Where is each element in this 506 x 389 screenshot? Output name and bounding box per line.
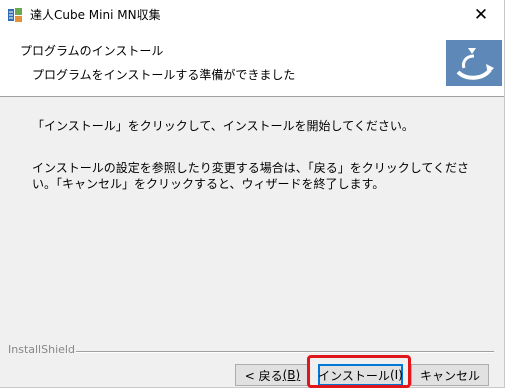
instruction-text: 「インストール」をクリックして、インストールを開始してください。: [32, 119, 414, 133]
info-text: インストールの設定を参照したり変更する場合は、「戻る」をクリックしてください。「…: [32, 161, 470, 191]
footer-divider: [76, 351, 494, 353]
install-button-label: インストール: [318, 368, 390, 383]
installer-logo-icon: [446, 40, 502, 86]
back-button-accel: (B): [282, 368, 301, 382]
install-button-accel: (I): [389, 368, 403, 382]
close-icon: ✕: [473, 5, 489, 25]
back-button[interactable]: < 戻る (B): [235, 364, 310, 386]
cancel-button-label: キャンセル: [419, 368, 480, 383]
cancel-button[interactable]: キャンセル: [411, 364, 489, 386]
back-button-label: < 戻る: [244, 368, 283, 383]
wizard-header: プログラムのインストール プログラムをインストールする準備ができました: [0, 30, 504, 97]
title-bar[interactable]: 達人Cube Mini MN収集 ✕: [0, 0, 504, 30]
wizard-body: 「インストール」をクリックして、インストールを開始してください。 インストールの…: [0, 97, 504, 340]
installshield-brand: InstallShield: [8, 343, 75, 356]
close-button[interactable]: ✕: [458, 0, 504, 30]
install-button[interactable]: インストール (I): [318, 364, 403, 386]
window-title: 達人Cube Mini MN収集: [30, 8, 161, 22]
page-title: プログラムのインストール: [20, 44, 164, 58]
installer-app-icon: [7, 7, 23, 23]
installer-window: 達人Cube Mini MN収集 ✕ プログラムのインストール プログラムをイン…: [0, 0, 505, 388]
page-subtitle: プログラムをインストールする準備ができました: [32, 68, 296, 82]
